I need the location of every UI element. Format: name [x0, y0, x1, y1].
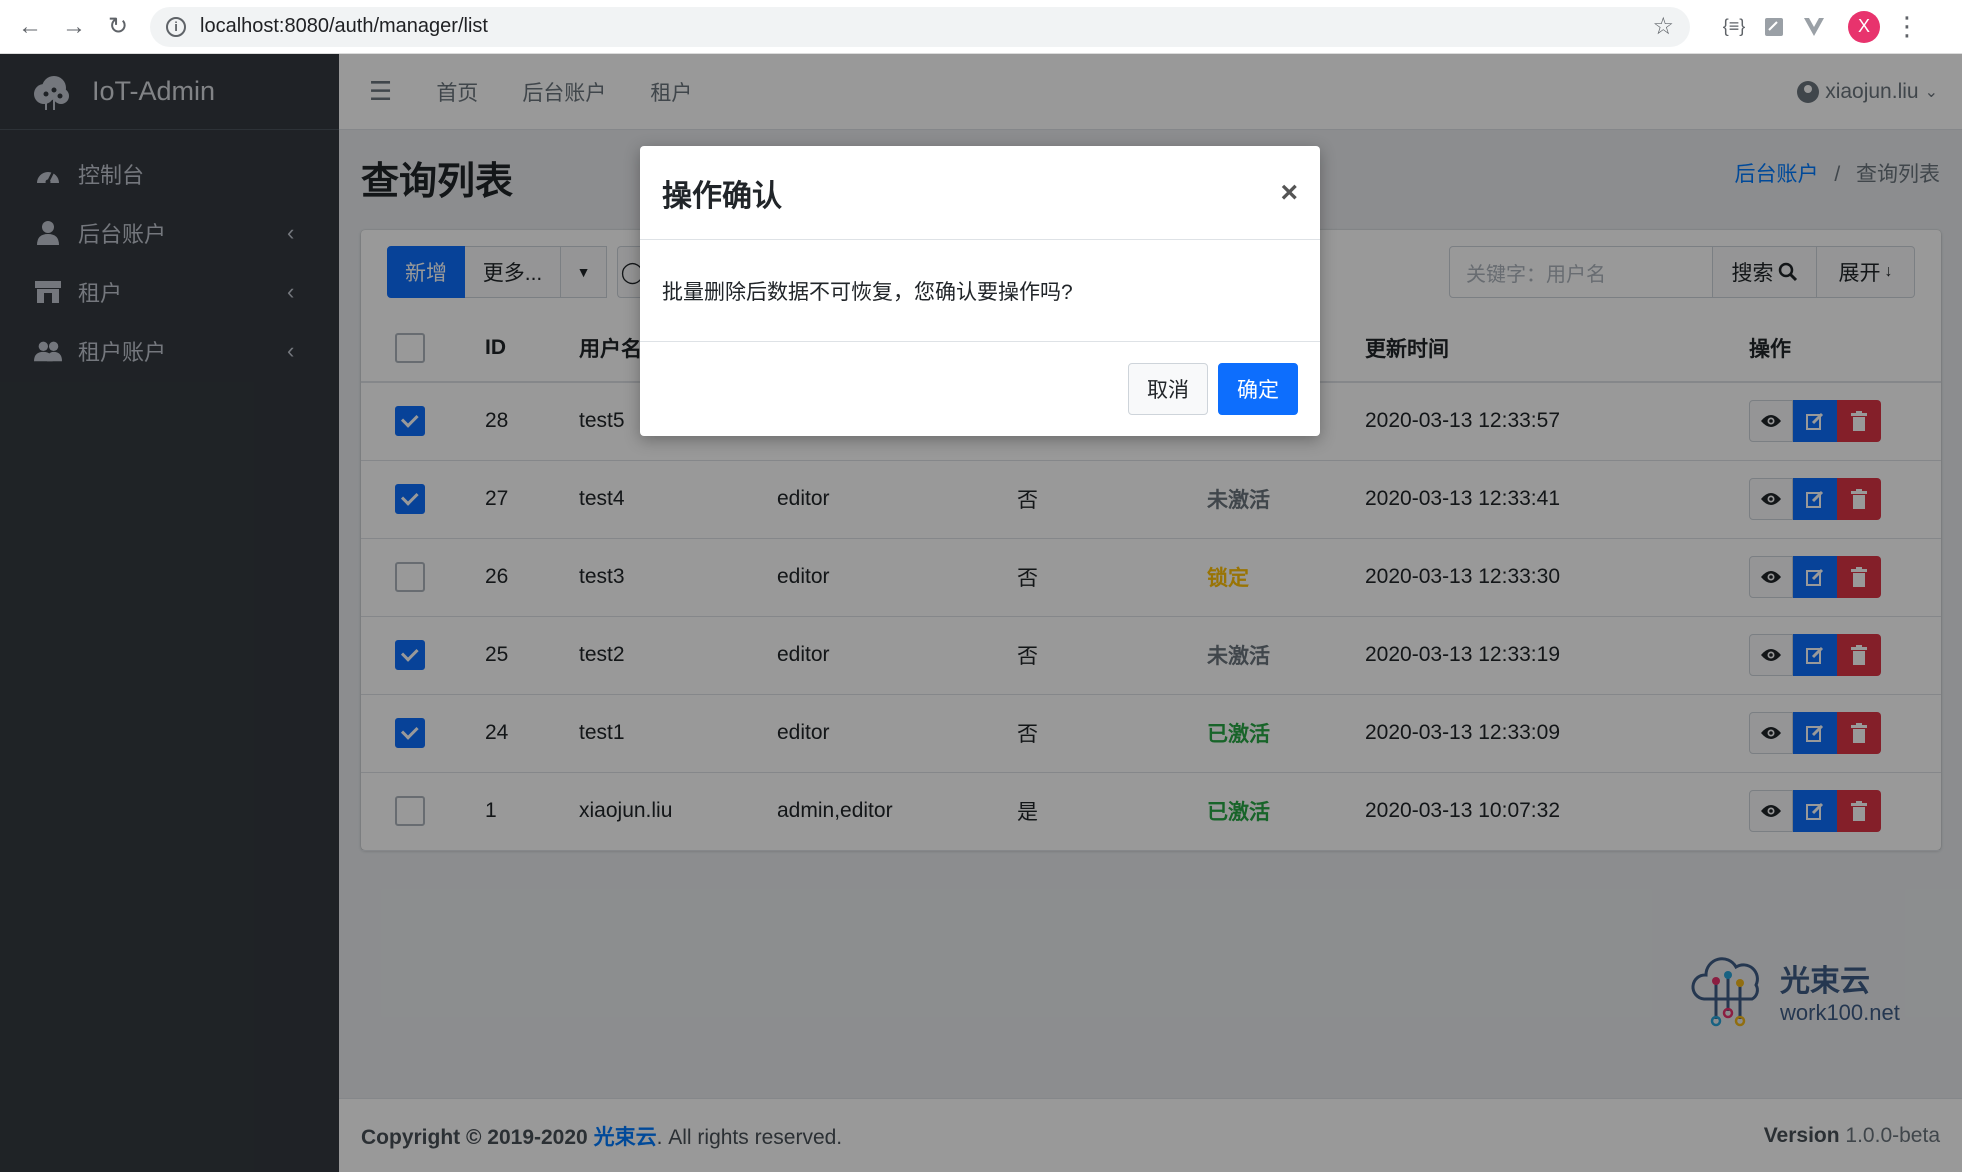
- modal-body: 批量删除后数据不可恢复，您确认要操作吗?: [640, 240, 1320, 342]
- url-text: localhost:8080/auth/manager/list: [200, 15, 488, 37]
- modal-message: 批量删除后数据不可恢复，您确认要操作吗?: [662, 280, 1073, 304]
- vue-extension-icon[interactable]: [1794, 7, 1834, 47]
- modal-footer: 取消 确定: [640, 342, 1320, 436]
- modal-backdrop[interactable]: 操作确认 × 批量删除后数据不可恢复，您确认要操作吗? 取消 确定: [0, 54, 1962, 1172]
- browser-toolbar: ← → ↻ i localhost:8080/auth/manager/list…: [0, 0, 1962, 54]
- cancel-button[interactable]: 取消: [1128, 363, 1208, 415]
- reload-icon[interactable]: ↻: [96, 5, 140, 49]
- close-icon[interactable]: ×: [1280, 176, 1298, 210]
- profile-avatar[interactable]: X: [1848, 10, 1880, 43]
- forward-icon[interactable]: →: [52, 5, 96, 49]
- confirm-button[interactable]: 确定: [1218, 363, 1298, 415]
- json-extension-icon[interactable]: {≡}: [1714, 7, 1754, 47]
- info-icon[interactable]: i: [166, 16, 186, 37]
- address-bar[interactable]: i localhost:8080/auth/manager/list ☆: [150, 6, 1690, 47]
- modal-title: 操作确认: [662, 179, 782, 213]
- confirm-dialog: 操作确认 × 批量删除后数据不可恢复，您确认要操作吗? 取消 确定: [640, 146, 1320, 436]
- back-icon[interactable]: ←: [8, 5, 52, 49]
- modal-header: 操作确认 ×: [640, 146, 1320, 240]
- browser-menu-icon[interactable]: ⋮: [1894, 11, 1920, 42]
- puzzle-extension-icon[interactable]: [1754, 7, 1794, 47]
- bookmark-star-icon[interactable]: ☆: [1652, 12, 1674, 41]
